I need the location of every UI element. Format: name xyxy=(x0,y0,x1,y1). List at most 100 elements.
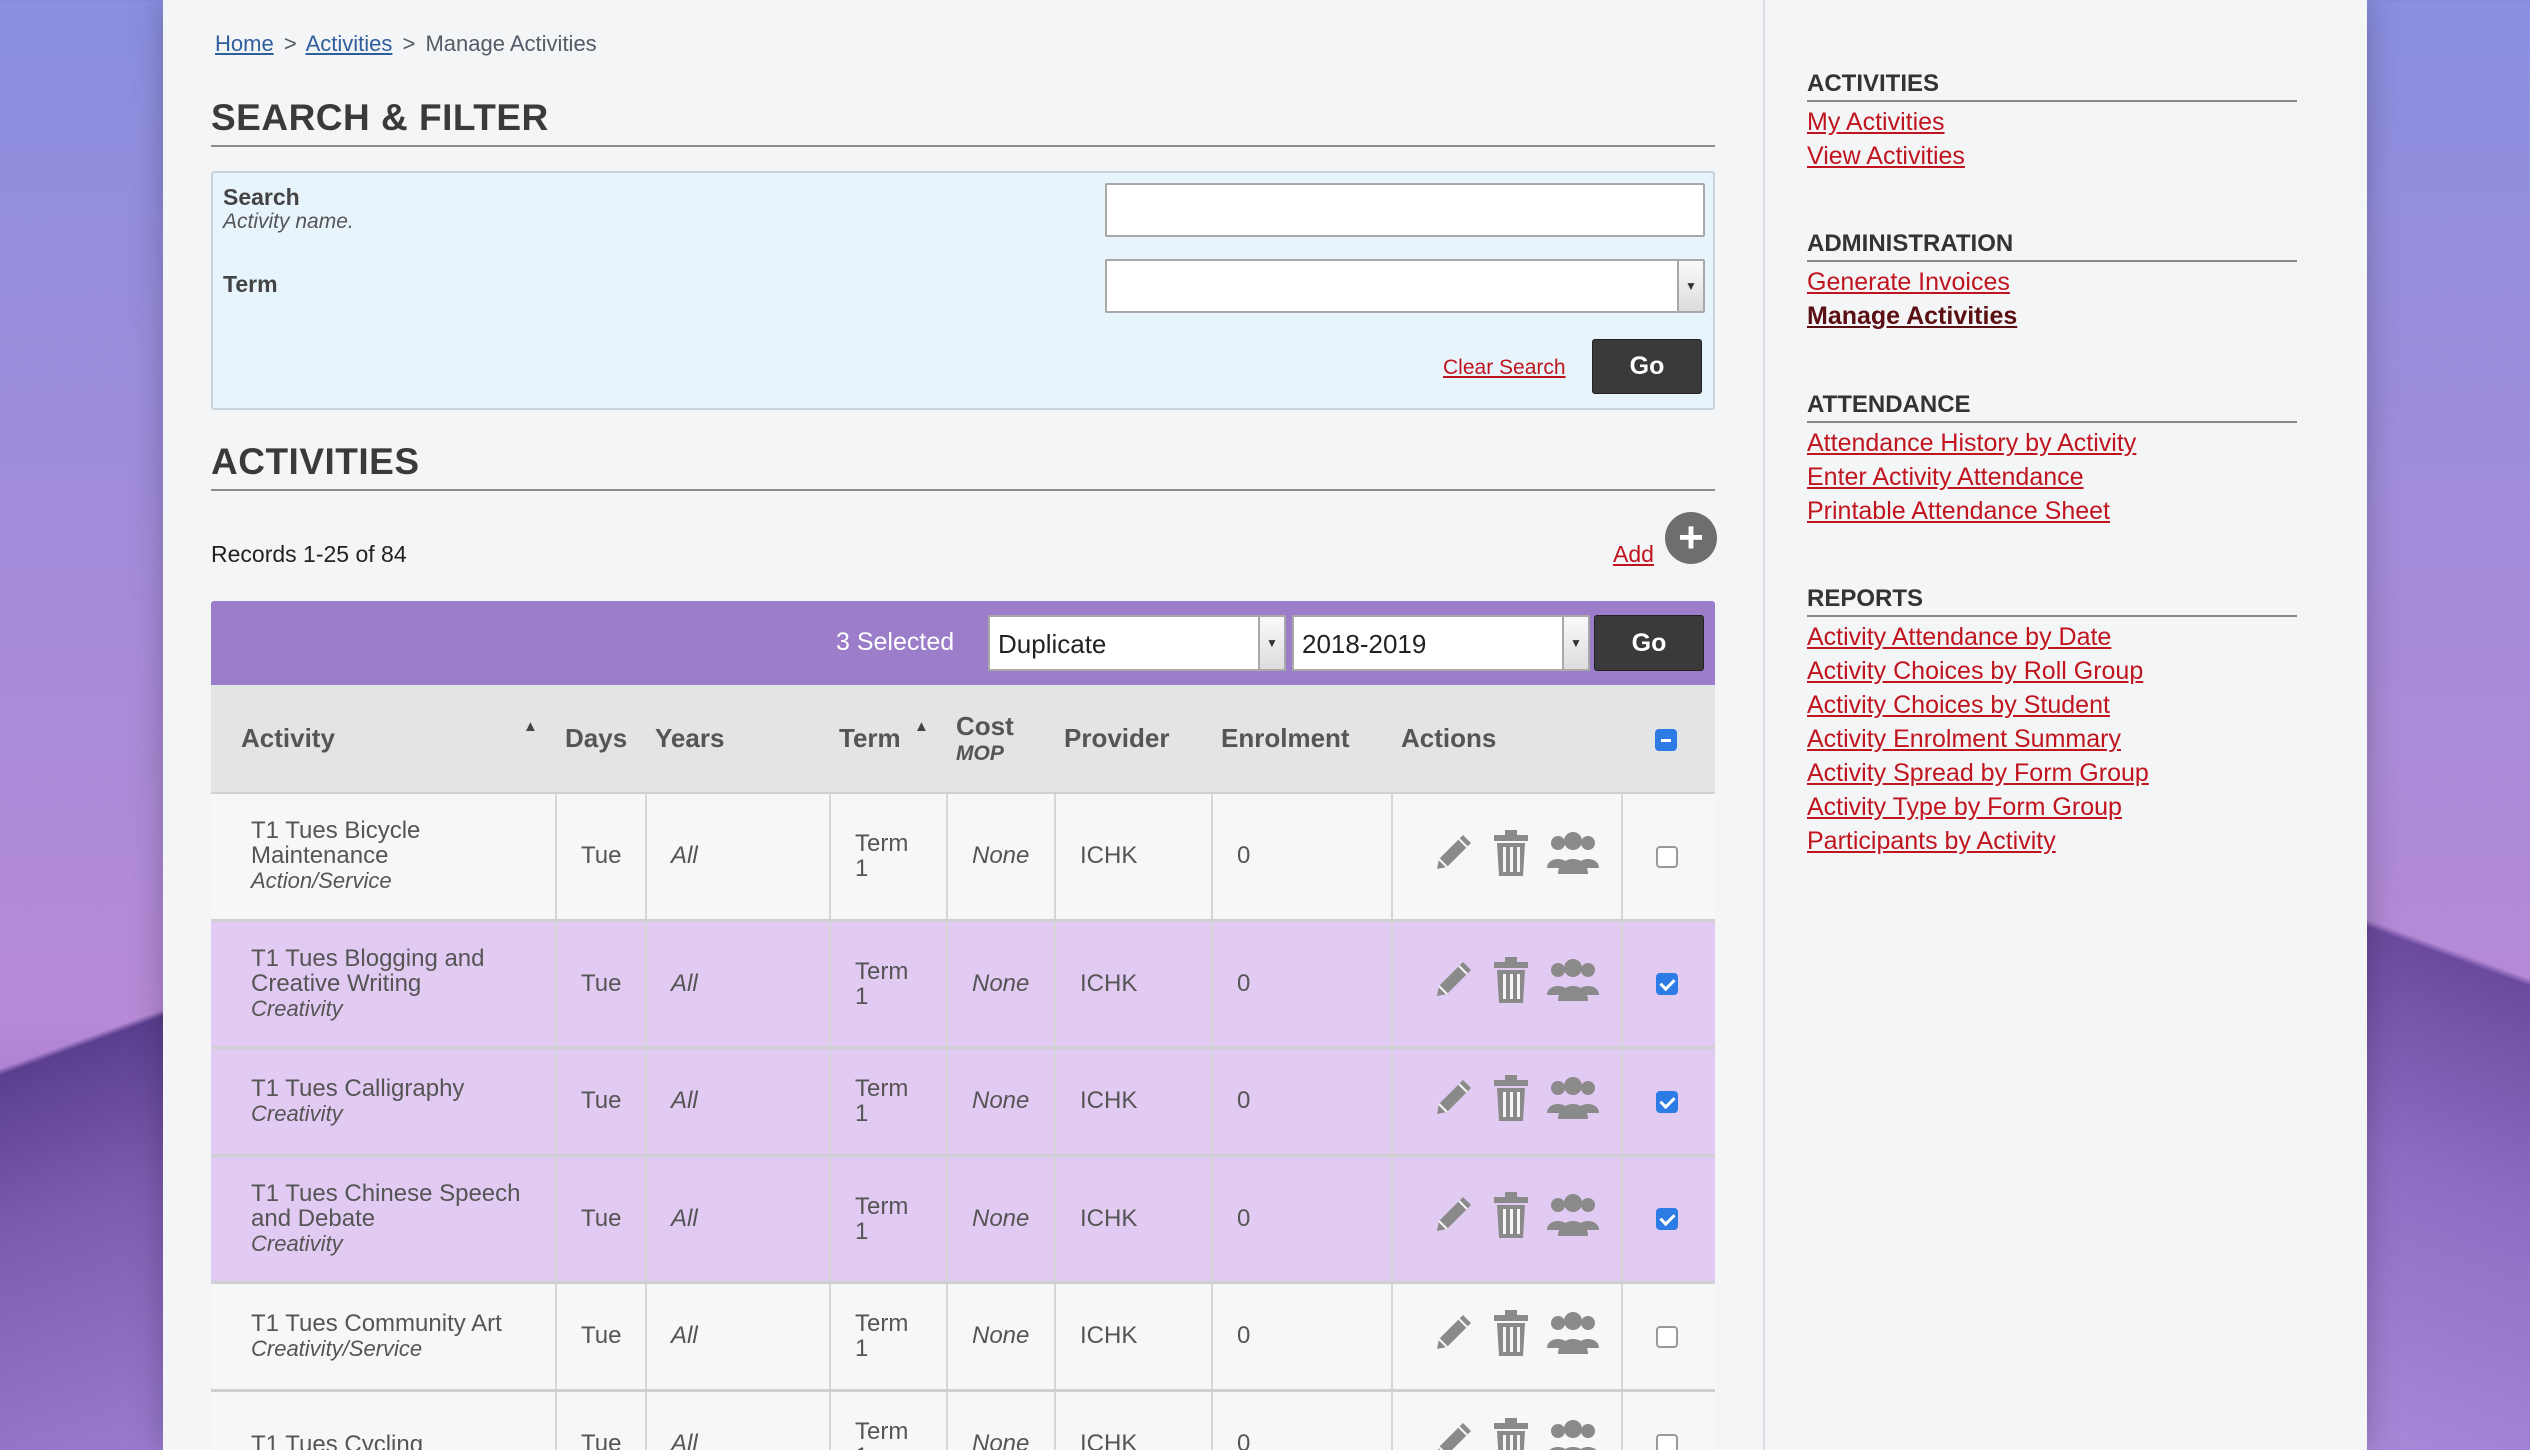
days-cell: Tue xyxy=(556,920,647,1049)
provider-cell: ICHK xyxy=(1055,1047,1213,1157)
sidebar-heading: ACTIVITIES xyxy=(1807,70,2297,102)
enrolment-icon[interactable] xyxy=(1545,1075,1601,1128)
background-mountains-right xyxy=(2360,750,2530,1450)
edit-icon[interactable] xyxy=(1429,956,1477,1011)
enrolment-cell: 0 xyxy=(1212,920,1393,1049)
sort-ascending-icon[interactable]: ▲ xyxy=(523,718,538,735)
edit-icon[interactable] xyxy=(1429,1191,1477,1246)
row-checkbox[interactable] xyxy=(1656,845,1678,868)
breadcrumb-home[interactable]: Home xyxy=(215,31,274,56)
delete-icon[interactable] xyxy=(1491,1416,1531,1450)
activity-cell: T1 Tues Chinese Speech and Debate Creati… xyxy=(211,1155,557,1284)
bulk-year-select[interactable]: 2018-2019 ▼ xyxy=(1292,615,1590,671)
sidebar-link-printable-attendance-sheet[interactable]: Printable Attendance Sheet xyxy=(1807,497,2110,526)
breadcrumb-current: Manage Activities xyxy=(425,31,597,56)
enrolment-cell: 0 xyxy=(1212,1282,1393,1392)
activity-type: Creativity xyxy=(251,995,343,1021)
delete-icon[interactable] xyxy=(1491,1073,1531,1130)
term-label: Term xyxy=(223,271,278,297)
column-header-label: Term xyxy=(839,723,901,753)
delete-icon[interactable] xyxy=(1491,1190,1531,1247)
term-cell: Term 1 xyxy=(830,1047,948,1157)
sidebar-link-participants-by-activity[interactable]: Participants by Activity xyxy=(1807,827,2056,856)
delete-icon[interactable] xyxy=(1491,1308,1531,1365)
clear-search-link[interactable]: Clear Search xyxy=(1443,356,1566,380)
row-checkbox[interactable] xyxy=(1656,1433,1678,1450)
sidebar-heading: ATTENDANCE xyxy=(1807,391,2297,423)
column-header-years: Years xyxy=(646,685,830,794)
table-row: T1 Tues Chinese Speech and Debate Creati… xyxy=(211,1155,1715,1284)
row-checkbox[interactable] xyxy=(1656,973,1678,996)
enrolment-icon[interactable] xyxy=(1545,830,1601,883)
sidebar-link-activity-choices-by-roll-group[interactable]: Activity Choices by Roll Group xyxy=(1807,657,2143,686)
term-select[interactable]: ▼ xyxy=(1105,259,1705,313)
enrolment-icon[interactable] xyxy=(1545,1418,1601,1450)
chevron-down-icon[interactable]: ▼ xyxy=(1258,617,1284,669)
activity-name: T1 Tues Bicycle Maintenance xyxy=(251,817,421,870)
add-icon[interactable]: + xyxy=(1665,512,1717,564)
sort-ascending-icon[interactable]: ▲ xyxy=(914,718,929,735)
row-checkbox[interactable] xyxy=(1656,1208,1678,1231)
activity-cell: T1 Tues Bicycle Maintenance Action/Servi… xyxy=(211,793,557,922)
column-header-term[interactable]: Term ▲ xyxy=(830,685,947,794)
sidebar-link-manage-activities[interactable]: Manage Activities xyxy=(1807,302,2017,331)
add-link[interactable]: Add xyxy=(1613,541,1654,568)
table-row: T1 Tues Cycling Tue All Term 1 None ICHK… xyxy=(211,1390,1715,1450)
edit-icon[interactable] xyxy=(1429,829,1477,884)
provider-cell: ICHK xyxy=(1055,1390,1213,1450)
activity-name: T1 Tues Blogging and Creative Writing xyxy=(251,944,485,997)
breadcrumb-separator: > xyxy=(402,31,416,56)
search-input[interactable] xyxy=(1105,183,1705,237)
sidebar-link-my-activities[interactable]: My Activities xyxy=(1807,108,1945,137)
term-cell: Term 1 xyxy=(830,920,948,1049)
provider-cell: ICHK xyxy=(1055,1282,1213,1392)
chevron-down-icon[interactable]: ▼ xyxy=(1677,261,1703,311)
select-cell xyxy=(1622,793,1715,922)
cost-currency-label: MOP xyxy=(956,742,1004,765)
bulk-go-button[interactable]: Go xyxy=(1594,615,1704,671)
enrolment-icon[interactable] xyxy=(1545,1192,1601,1245)
years-cell: All xyxy=(646,1390,831,1450)
enrolment-icon[interactable] xyxy=(1545,1310,1601,1363)
bulk-action-bar: 3 Selected Duplicate ▼ 2018-2019 ▼ Go xyxy=(211,601,1715,685)
sidebar-link-view-activities[interactable]: View Activities xyxy=(1807,142,1965,171)
edit-icon[interactable] xyxy=(1429,1074,1477,1129)
sidebar-link-activity-spread-by-form-group[interactable]: Activity Spread by Form Group xyxy=(1807,759,2149,788)
sidebar-link-activity-attendance-by-date[interactable]: Activity Attendance by Date xyxy=(1807,623,2111,652)
enrolment-cell: 0 xyxy=(1212,1047,1393,1157)
row-checkbox[interactable] xyxy=(1656,1090,1678,1113)
edit-icon[interactable] xyxy=(1429,1309,1477,1364)
activity-name: T1 Tues Cycling xyxy=(251,1430,424,1450)
sidebar-link-generate-invoices[interactable]: Generate Invoices xyxy=(1807,268,2010,297)
sidebar: ACTIVITIES My Activities View Activities AD… xyxy=(1767,0,2367,1450)
select-all-icon[interactable] xyxy=(1655,729,1677,752)
activities-table: Activity ▲ Days Years Term ▲ Cost MOP Pr… xyxy=(211,685,1715,1450)
enrolment-icon[interactable] xyxy=(1545,957,1601,1010)
enrolment-cell: 0 xyxy=(1212,793,1393,922)
provider-cell: ICHK xyxy=(1055,793,1213,922)
delete-icon[interactable] xyxy=(1491,828,1531,885)
row-checkbox[interactable] xyxy=(1656,1325,1678,1348)
bulk-action-select[interactable]: Duplicate ▼ xyxy=(988,615,1286,671)
breadcrumb-activities[interactable]: Activities xyxy=(306,31,393,56)
term-cell: Term 1 xyxy=(830,793,948,922)
sidebar-link-activity-choices-by-student[interactable]: Activity Choices by Student xyxy=(1807,691,2110,720)
activity-type: Creativity xyxy=(251,1230,343,1256)
table-row: T1 Tues Community Art Creativity/Service… xyxy=(211,1282,1715,1392)
sidebar-link-activity-type-by-form-group[interactable]: Activity Type by Form Group xyxy=(1807,793,2122,822)
search-go-button[interactable]: Go xyxy=(1592,339,1702,394)
years-cell: All xyxy=(646,1047,831,1157)
actions-cell xyxy=(1392,793,1623,922)
select-cell xyxy=(1622,920,1715,1049)
column-header-activity[interactable]: Activity ▲ xyxy=(211,685,556,794)
delete-icon[interactable] xyxy=(1491,955,1531,1012)
sidebar-link-attendance-history-by-activity[interactable]: Attendance History by Activity xyxy=(1807,429,2136,458)
activity-cell: T1 Tues Blogging and Creative Writing Cr… xyxy=(211,920,557,1049)
sidebar-link-enter-activity-attendance[interactable]: Enter Activity Attendance xyxy=(1807,463,2084,492)
column-header-label: Cost xyxy=(956,711,1014,741)
background-mountains-left xyxy=(0,830,170,1450)
activity-cell: T1 Tues Calligraphy Creativity xyxy=(211,1047,557,1157)
chevron-down-icon[interactable]: ▼ xyxy=(1562,617,1588,669)
edit-icon[interactable] xyxy=(1429,1417,1477,1450)
sidebar-link-activity-enrolment-summary[interactable]: Activity Enrolment Summary xyxy=(1807,725,2121,754)
